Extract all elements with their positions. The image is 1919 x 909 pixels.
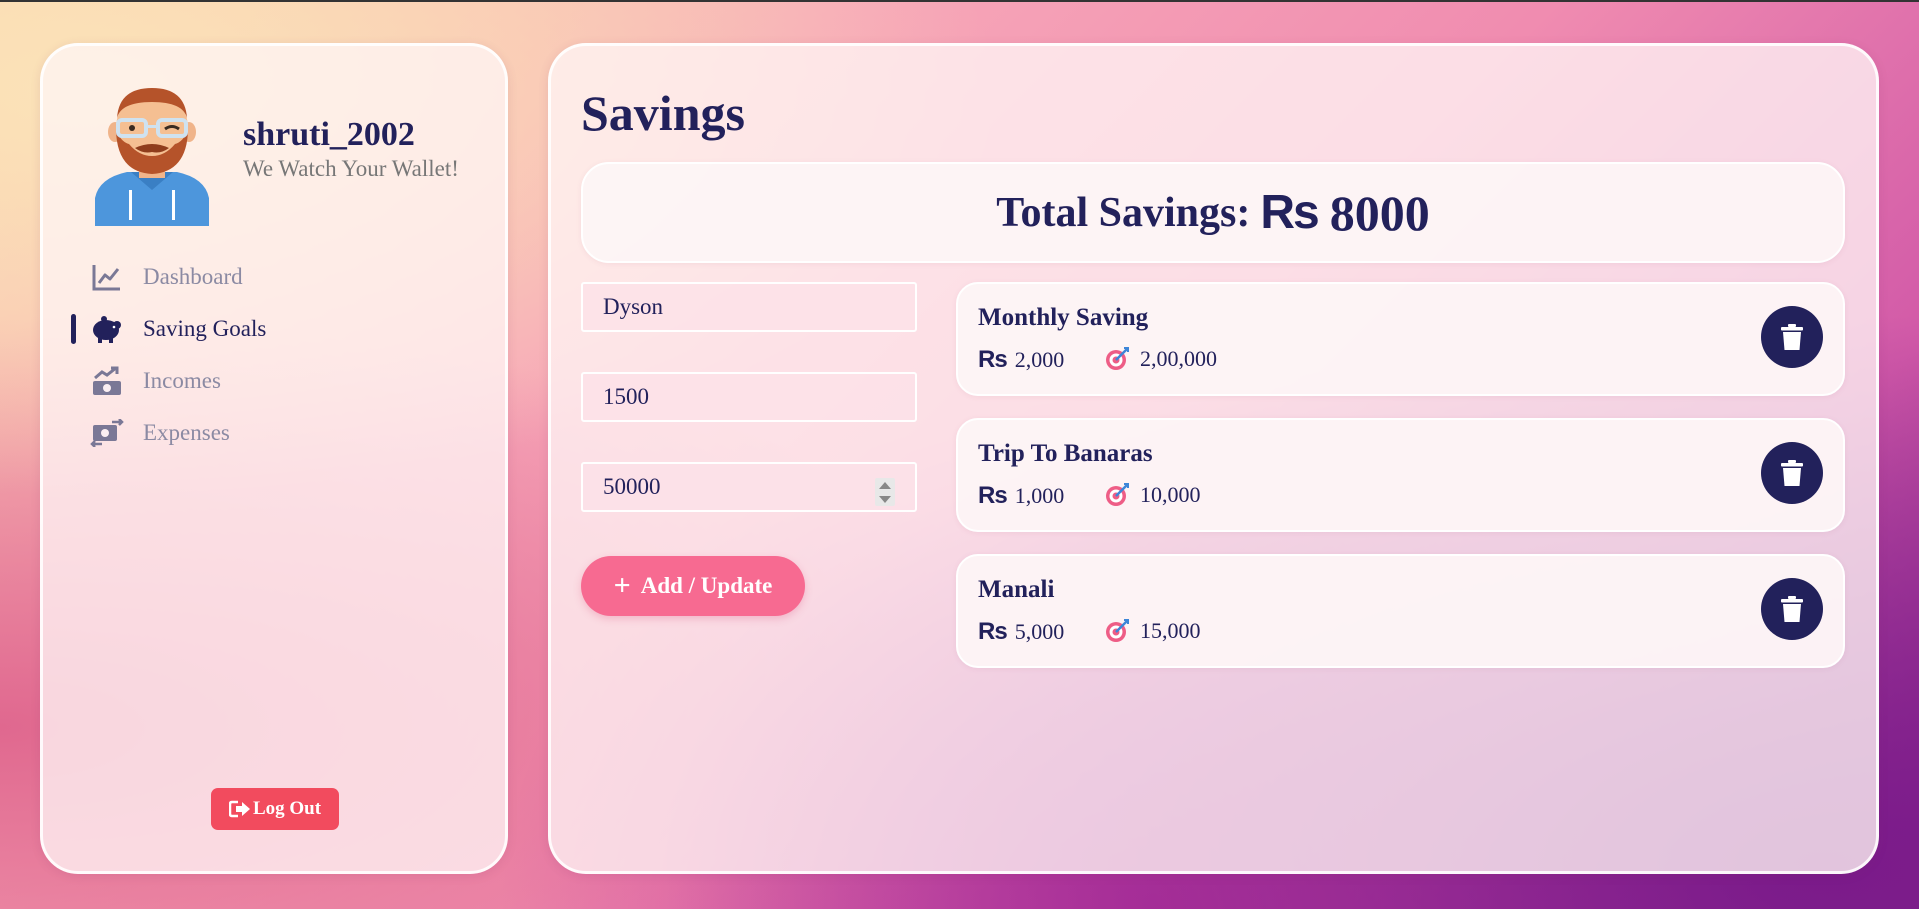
rupee-icon: Rs	[978, 346, 1008, 373]
sidebar-item-label: Saving Goals	[143, 316, 267, 341]
goal-target: 10,000	[1104, 482, 1201, 508]
sidebar-item-incomes[interactable]: Incomes	[43, 360, 505, 402]
goal-card: Monthly Saving Rs 2,000 2,00,000	[956, 282, 1845, 396]
total-savings-label: Total Savings:	[996, 189, 1251, 236]
goal-saved: Rs 2,000	[978, 346, 1064, 374]
goal-saved: Rs 5,000	[978, 618, 1064, 646]
saved-amount-input[interactable]	[581, 372, 917, 422]
goal-target-amount: 15,000	[1140, 618, 1201, 643]
target-amount-input[interactable]	[581, 462, 917, 512]
plus-icon: +	[613, 569, 631, 602]
window-top-border	[0, 0, 1919, 2]
goal-name: Trip To Banaras	[978, 440, 1153, 467]
logout-label: Log Out	[252, 798, 322, 819]
piggy-bank-icon	[90, 314, 124, 344]
number-stepper[interactable]	[875, 478, 895, 506]
goal-saved-amount: 1,000	[1014, 483, 1065, 508]
delete-button[interactable]	[1761, 306, 1823, 368]
money-trend-icon	[90, 366, 124, 396]
sidebar-item-expenses[interactable]: Expenses	[43, 412, 505, 454]
trash-icon	[1781, 460, 1803, 486]
target-icon	[1106, 483, 1129, 506]
rupee-icon: Rs	[978, 482, 1008, 509]
total-savings-card: Total Savings: Rs 8000	[581, 162, 1845, 263]
goal-name: Monthly Saving	[978, 304, 1149, 331]
target-icon	[1106, 347, 1129, 370]
tagline: We Watch Your Wallet!	[243, 156, 459, 181]
goal-name-input[interactable]	[581, 282, 917, 332]
total-savings-amount: 8000	[1329, 184, 1430, 241]
goal-target-amount: 10,000	[1140, 482, 1201, 507]
sidebar-item-label: Incomes	[143, 368, 221, 393]
delete-button[interactable]	[1761, 578, 1823, 640]
goal-saved-amount: 5,000	[1014, 619, 1065, 644]
trash-icon	[1781, 324, 1803, 350]
rupee-icon: Rs	[1260, 186, 1319, 239]
avatar	[91, 86, 213, 226]
sign-out-icon	[228, 800, 250, 818]
goal-saved-amount: 2,000	[1014, 347, 1065, 372]
goal-card: Trip To Banaras Rs 1,000 10,000	[956, 418, 1845, 532]
target-icon	[1106, 619, 1129, 642]
sidebar-item-label: Dashboard	[143, 264, 243, 289]
active-indicator	[71, 314, 76, 344]
rupee-icon: Rs	[978, 618, 1008, 645]
sidebar-item-label: Expenses	[143, 420, 230, 445]
main-panel: Savings Total Savings: Rs 8000 + Add / U…	[548, 43, 1879, 874]
sidebar-item-dashboard[interactable]: Dashboard	[43, 256, 505, 298]
sidebar: shruti_2002 We Watch Your Wallet! Dashbo…	[40, 43, 508, 874]
stepper-down-icon[interactable]	[879, 495, 891, 503]
add-update-button[interactable]: + Add / Update	[581, 556, 805, 616]
goal-saved: Rs 1,000	[978, 482, 1064, 510]
goal-name: Manali	[978, 576, 1055, 603]
page-title: Savings	[581, 85, 745, 141]
goal-target: 2,00,000	[1104, 346, 1217, 372]
goal-target-amount: 2,00,000	[1140, 346, 1217, 371]
logout-button[interactable]: Log Out	[211, 788, 339, 830]
goal-card: Manali Rs 5,000 15,000	[956, 554, 1845, 668]
goal-target: 15,000	[1104, 618, 1201, 644]
add-update-label: Add / Update	[640, 573, 773, 598]
sidebar-item-saving-goals[interactable]: Saving Goals	[43, 308, 505, 350]
trash-icon	[1781, 596, 1803, 622]
delete-button[interactable]	[1761, 442, 1823, 504]
line-chart-icon	[90, 262, 124, 292]
stepper-up-icon[interactable]	[879, 481, 891, 489]
username: shruti_2002	[243, 116, 415, 153]
money-exchange-icon	[90, 418, 124, 448]
